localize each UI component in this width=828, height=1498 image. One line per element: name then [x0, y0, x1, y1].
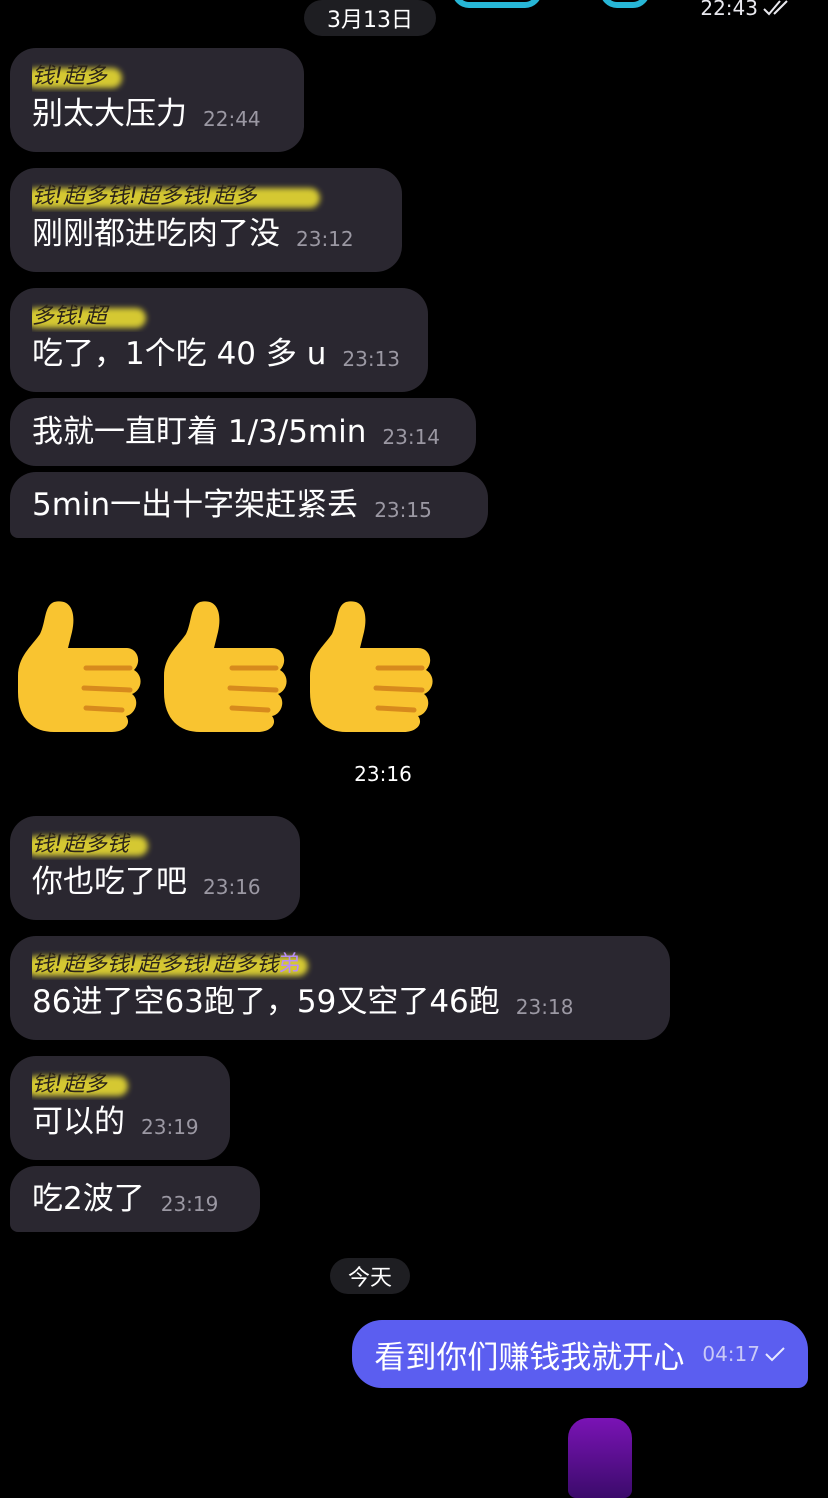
sender-name[interactable]: 多钱!超 [32, 302, 406, 332]
today-divider: 今天 [330, 1258, 410, 1294]
message-meta: 04:17 [702, 1342, 786, 1366]
message-time: 23:12 [296, 227, 354, 251]
message-time: 22:44 [203, 107, 261, 131]
sender-name[interactable]: 钱!超多钱!超多钱!超多钱弟 [32, 950, 648, 980]
sender-name[interactable]: 钱!超多 [32, 62, 282, 92]
emoji-message-time: 23:16 [354, 762, 412, 786]
double-check-icon [763, 0, 788, 16]
message-text: 5min一出十字架赶紧丢 [32, 487, 359, 523]
sender-label: 多钱!超 [32, 304, 107, 329]
message-text: 可以的 [32, 1104, 125, 1140]
sender-label: 钱!超多钱!超多钱!超多 [32, 184, 257, 209]
message-text: 你也吃了吧 [32, 864, 187, 900]
message-text: 别太大压力 [32, 96, 187, 132]
sender-label: 钱!超多 [32, 64, 107, 89]
sender-label: 钱!超多 [32, 1072, 107, 1097]
incoming-message[interactable]: 钱!超多 别太大压力 22:44 [10, 48, 304, 152]
message-text: 吃2波了 [32, 1181, 145, 1217]
previous-message-time: 22:43 [700, 0, 758, 20]
message-time: 23:18 [515, 995, 574, 1019]
message-time: 23:15 [374, 498, 432, 522]
incoming-message[interactable]: 多钱!超 吃了，1个吃 40 多 u 23:13 [10, 288, 428, 392]
thumbs-up-emoji [18, 601, 141, 732]
decorative-shape [600, 0, 650, 8]
outgoing-message[interactable]: 看到你们赚钱我就开心 04:17 [352, 1320, 808, 1388]
incoming-message[interactable]: 钱!超多钱!超多钱!超多钱弟 86进了空63跑了，59又空了46跑 23:18 [10, 936, 670, 1040]
message-time: 04:17 [702, 1342, 760, 1366]
date-label: 3月13日 [327, 8, 413, 33]
incoming-message[interactable]: 钱!超多钱!超多钱!超多 刚刚都进吃肉了没 23:12 [10, 168, 402, 272]
sender-label: 钱!超多钱 [32, 832, 129, 857]
message-text: 吃了，1个吃 40 多 u [32, 336, 327, 372]
date-divider: 3月13日 [304, 0, 436, 36]
check-icon [765, 1347, 785, 1362]
incoming-message[interactable]: 钱!超多 可以的 23:19 [10, 1056, 230, 1160]
message-time: 23:16 [203, 875, 261, 899]
sticker-preview[interactable] [568, 1418, 632, 1498]
previous-message-meta: 22:43 [700, 0, 792, 20]
decorative-shape [452, 0, 542, 8]
message-time: 23:19 [160, 1192, 219, 1216]
incoming-message[interactable]: 5min一出十字架赶紧丢 23:15 [10, 472, 488, 538]
message-time: 23:19 [141, 1115, 199, 1139]
message-text: 看到你们赚钱我就开心 [374, 1339, 685, 1376]
sender-name[interactable]: 钱!超多钱 [32, 830, 278, 860]
incoming-message[interactable]: 我就一直盯着 1/3/5min 23:14 [10, 398, 476, 466]
emoji-message[interactable] [14, 592, 438, 732]
sender-label: 钱!超多钱!超多钱!超多钱 [32, 952, 279, 977]
incoming-message[interactable]: 吃2波了 23:19 [10, 1166, 260, 1232]
today-label: 今天 [347, 1266, 392, 1291]
sender-name[interactable]: 钱!超多 [32, 1070, 208, 1100]
thumbs-up-emoji [310, 601, 433, 732]
sender-suffix: 弟 [278, 952, 301, 977]
message-time: 23:14 [382, 425, 441, 449]
message-text: 我就一直盯着 1/3/5min [32, 414, 367, 450]
incoming-message[interactable]: 钱!超多钱 你也吃了吧 23:16 [10, 816, 300, 920]
message-text: 刚刚都进吃肉了没 [32, 216, 280, 252]
message-time: 23:13 [342, 347, 401, 371]
message-text: 86进了空63跑了，59又空了46跑 [32, 984, 500, 1020]
thumbs-up-emoji [164, 601, 287, 732]
sender-name[interactable]: 钱!超多钱!超多钱!超多 [32, 182, 380, 212]
